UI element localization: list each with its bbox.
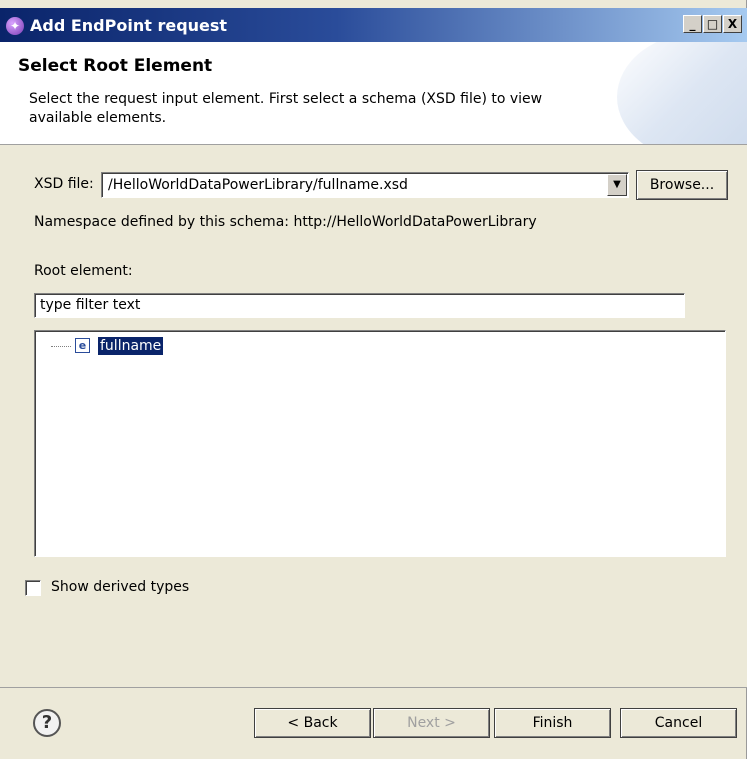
finish-button[interactable]: Finish xyxy=(494,708,611,738)
back-button[interactable]: < Back xyxy=(254,708,371,738)
root-element-label: Root element: xyxy=(34,263,133,279)
close-button[interactable]: X xyxy=(723,15,742,33)
wizard-header: Select Root Element Select the request i… xyxy=(0,42,747,145)
dropdown-arrow-icon[interactable]: ▼ xyxy=(607,174,627,196)
tree-item-fullname[interactable]: fullname xyxy=(98,337,164,355)
show-derived-types-checkbox[interactable] xyxy=(25,580,41,596)
app-icon: ✦ xyxy=(6,17,24,35)
dialog-window: ✦ Add EndPoint request _ □ X Select Root… xyxy=(0,0,747,759)
minimize-button[interactable]: _ xyxy=(683,15,702,33)
next-button[interactable]: Next > xyxy=(373,708,490,738)
tree-connector xyxy=(51,346,71,347)
filter-input-text: type filter text xyxy=(40,297,141,313)
footer-divider xyxy=(0,687,747,688)
show-derived-types-label: Show derived types xyxy=(51,579,190,595)
header-decoration xyxy=(617,42,747,144)
title-bar[interactable]: ✦ Add EndPoint request _ □ X xyxy=(0,8,747,42)
page-title: Select Root Element xyxy=(18,56,213,76)
filter-input[interactable]: type filter text xyxy=(34,293,685,318)
element-icon: e xyxy=(75,338,90,353)
xsd-file-combo[interactable]: /HelloWorldDataPowerLibrary/fullname.xsd… xyxy=(101,172,629,198)
xsd-file-value: /HelloWorldDataPowerLibrary/fullname.xsd xyxy=(108,177,408,193)
root-element-tree[interactable]: e fullname xyxy=(34,330,726,557)
cancel-button[interactable]: Cancel xyxy=(620,708,737,738)
help-icon[interactable]: ? xyxy=(33,709,61,737)
namespace-text: Namespace defined by this schema: http:/… xyxy=(34,214,537,230)
xsd-file-label: XSD file: xyxy=(34,176,94,192)
window-title: Add EndPoint request xyxy=(30,16,228,35)
browse-button[interactable]: Browse... xyxy=(636,170,728,200)
page-description: Select the request input element. First … xyxy=(29,91,543,126)
maximize-button[interactable]: □ xyxy=(703,15,722,33)
window-controls: _ □ X xyxy=(683,15,742,33)
